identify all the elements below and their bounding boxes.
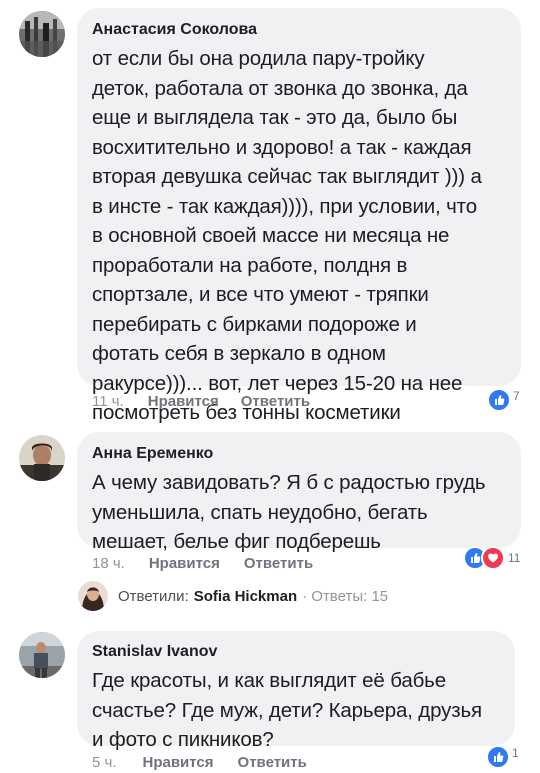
avatar[interactable] — [19, 632, 65, 678]
replies-prefix: Ответили: — [118, 587, 189, 605]
reply-button[interactable]: Ответить — [244, 555, 313, 572]
replies-summary[interactable]: Ответили: Sofia Hickman · Ответы: 15 — [78, 581, 388, 611]
reply-author-link[interactable]: Sofia Hickman — [194, 588, 297, 605]
comment-author[interactable]: Анна Еременко — [92, 444, 521, 464]
reaction-count: 11 — [508, 551, 521, 565]
comment-time[interactable]: 5 ч. — [92, 754, 117, 771]
avatar-photo — [19, 11, 65, 57]
comment-bubble: Анна Еременко А чему завидовать? Я б с р… — [77, 432, 521, 553]
like-button[interactable]: Нравится — [148, 393, 219, 410]
replies-count: · Ответы: 15 — [302, 587, 389, 605]
reply-button[interactable]: Ответить — [238, 754, 307, 771]
like-button[interactable]: Нравится — [143, 754, 214, 771]
avatar-photo — [19, 435, 65, 481]
comment-meta: 5 ч. Нравится Ответить — [92, 754, 307, 771]
reactions[interactable]: 7 — [487, 388, 520, 412]
like-button[interactable]: Нравится — [149, 555, 220, 572]
comment-text: Где красоты, и как выглядит её бабье сча… — [92, 669, 482, 751]
comment-text: от если бы она родила пару-тройку деток,… — [92, 47, 482, 424]
thumbs-up-icon — [487, 388, 511, 412]
comment-time[interactable]: 18 ч. — [92, 555, 125, 572]
comment-bubble: Анастасия Соколова от если бы она родила… — [77, 8, 521, 424]
reactions[interactable]: 1 — [486, 745, 519, 769]
comment-time[interactable]: 11 ч. — [92, 393, 124, 410]
comment-author[interactable]: Stanislav Ivanov — [92, 642, 515, 662]
comment-text: А чему завидовать? Я б с радостью грудь … — [92, 471, 486, 553]
avatar[interactable] — [19, 435, 65, 481]
thumbs-up-icon — [486, 745, 510, 769]
avatar-photo — [19, 632, 65, 678]
comment-meta: 18 ч. Нравится Ответить — [92, 555, 313, 572]
reaction-count: 1 — [512, 746, 519, 760]
reply-avatar — [78, 581, 108, 611]
reaction-count: 7 — [513, 389, 520, 403]
avatar[interactable] — [19, 11, 65, 57]
comment-author[interactable]: Анастасия Соколова — [92, 20, 521, 40]
reply-button[interactable]: Ответить — [241, 393, 310, 410]
heart-icon — [481, 546, 505, 570]
reactions[interactable]: 11 — [463, 546, 520, 570]
comment-bubble: Stanislav Ivanov Где красоты, и как выгл… — [77, 631, 515, 751]
comment-meta: 11 ч. Нравится Ответить — [92, 393, 310, 410]
